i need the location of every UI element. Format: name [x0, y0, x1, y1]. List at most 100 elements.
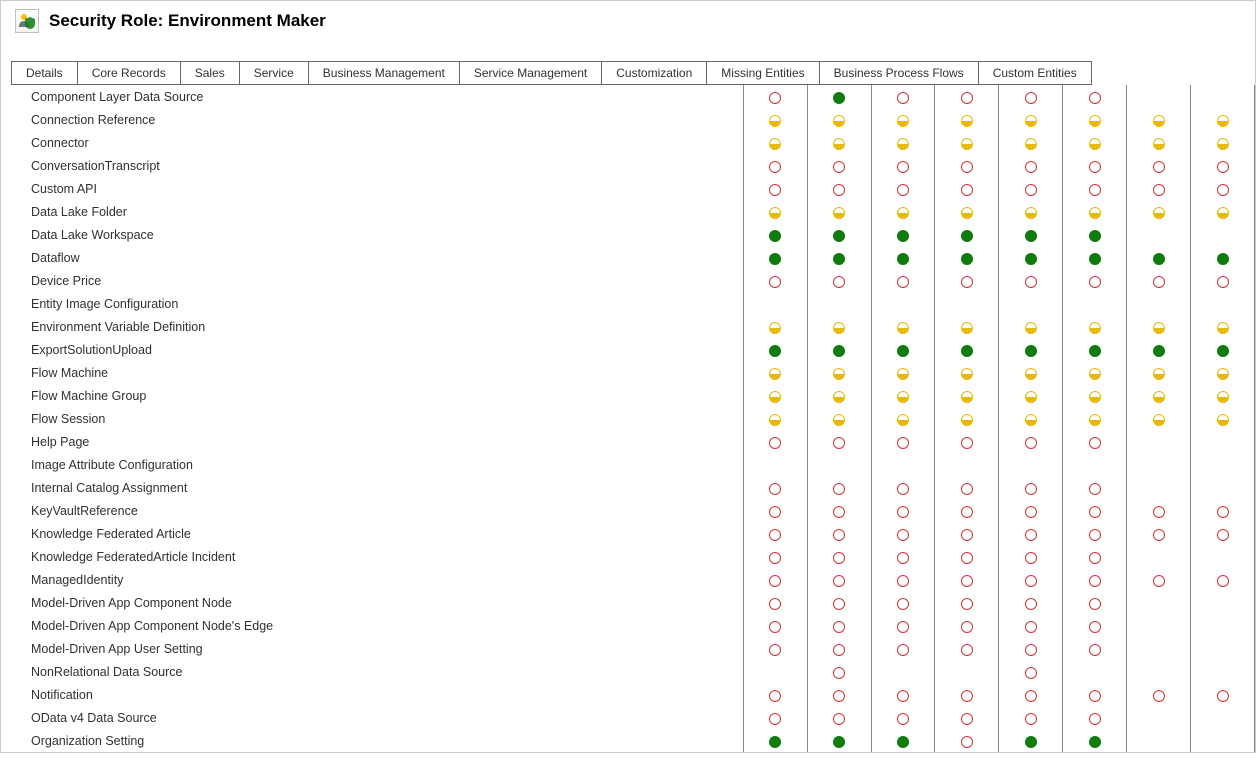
privilege-indicator-none[interactable]	[833, 552, 845, 564]
privilege-indicator-user[interactable]	[1217, 391, 1229, 403]
privilege-indicator-user[interactable]	[897, 391, 909, 403]
privilege-cell[interactable]	[1063, 614, 1127, 637]
privilege-indicator-none[interactable]	[1025, 667, 1037, 679]
privilege-indicator-none[interactable]	[769, 92, 781, 104]
privilege-indicator-none[interactable]	[833, 690, 845, 702]
entity-name[interactable]: Knowledge FederatedArticle Incident	[1, 545, 743, 568]
privilege-indicator-user[interactable]	[1025, 322, 1037, 334]
privilege-cell[interactable]	[1127, 545, 1191, 568]
privilege-cell[interactable]	[935, 177, 999, 200]
privilege-cell[interactable]	[999, 131, 1063, 154]
privilege-cell[interactable]	[743, 430, 807, 453]
privilege-cell[interactable]	[871, 361, 935, 384]
privilege-cell[interactable]	[743, 499, 807, 522]
privilege-indicator-none[interactable]	[961, 736, 973, 748]
privilege-cell[interactable]	[1063, 729, 1127, 752]
privilege-indicator-none[interactable]	[961, 506, 973, 518]
entity-name[interactable]: NonRelational Data Source	[1, 660, 743, 683]
privilege-cell[interactable]	[1063, 131, 1127, 154]
privilege-indicator-none[interactable]	[1089, 184, 1101, 196]
privilege-indicator-none[interactable]	[769, 690, 781, 702]
privilege-indicator-none[interactable]	[897, 506, 909, 518]
privilege-cell[interactable]	[871, 430, 935, 453]
privilege-indicator-org[interactable]	[1089, 253, 1101, 265]
privilege-cell[interactable]	[999, 154, 1063, 177]
privilege-cell[interactable]	[935, 292, 999, 315]
privilege-indicator-none[interactable]	[833, 529, 845, 541]
privilege-cell[interactable]	[1191, 683, 1255, 706]
privilege-cell[interactable]	[935, 154, 999, 177]
privilege-indicator-org[interactable]	[897, 736, 909, 748]
privilege-cell[interactable]	[999, 269, 1063, 292]
privilege-cell[interactable]	[807, 407, 871, 430]
privilege-cell[interactable]	[743, 177, 807, 200]
privilege-cell[interactable]	[871, 108, 935, 131]
privilege-cell[interactable]	[1127, 407, 1191, 430]
privilege-indicator-none[interactable]	[1153, 575, 1165, 587]
privilege-cell[interactable]	[743, 384, 807, 407]
privilege-indicator-user[interactable]	[833, 207, 845, 219]
privilege-cell[interactable]	[999, 453, 1063, 476]
privilege-cell[interactable]	[807, 683, 871, 706]
privilege-indicator-org[interactable]	[1089, 736, 1101, 748]
privilege-cell[interactable]	[935, 223, 999, 246]
privilege-cell[interactable]	[1063, 499, 1127, 522]
privilege-indicator-user[interactable]	[961, 322, 973, 334]
privilege-indicator-none[interactable]	[769, 506, 781, 518]
privilege-indicator-user[interactable]	[1089, 391, 1101, 403]
privilege-indicator-none[interactable]	[769, 437, 781, 449]
privilege-indicator-none[interactable]	[961, 598, 973, 610]
privilege-indicator-none[interactable]	[1089, 483, 1101, 495]
privilege-cell[interactable]	[999, 177, 1063, 200]
privilege-cell[interactable]	[935, 315, 999, 338]
privilege-cell[interactable]	[743, 683, 807, 706]
privilege-cell[interactable]	[935, 476, 999, 499]
privilege-cell[interactable]	[1191, 246, 1255, 269]
privilege-cell[interactable]	[999, 246, 1063, 269]
privilege-indicator-org[interactable]	[769, 230, 781, 242]
privilege-indicator-org[interactable]	[769, 736, 781, 748]
privilege-cell[interactable]	[871, 591, 935, 614]
tab-details[interactable]: Details	[11, 61, 78, 85]
privilege-cell[interactable]	[1063, 591, 1127, 614]
privilege-cell[interactable]	[1063, 223, 1127, 246]
privilege-indicator-none[interactable]	[833, 506, 845, 518]
privilege-cell[interactable]	[1063, 338, 1127, 361]
privilege-indicator-none[interactable]	[961, 690, 973, 702]
privilege-indicator-user[interactable]	[769, 115, 781, 127]
privilege-cell[interactable]	[807, 729, 871, 752]
privilege-indicator-none[interactable]	[1089, 506, 1101, 518]
privilege-cell[interactable]	[935, 453, 999, 476]
privilege-cell[interactable]	[807, 292, 871, 315]
privilege-cell[interactable]	[1127, 591, 1191, 614]
privilege-indicator-user[interactable]	[1153, 414, 1165, 426]
entity-name[interactable]: Component Layer Data Source	[1, 85, 743, 108]
privilege-indicator-none[interactable]	[897, 276, 909, 288]
privilege-cell[interactable]	[999, 568, 1063, 591]
privilege-indicator-none[interactable]	[1089, 92, 1101, 104]
privilege-cell[interactable]	[935, 407, 999, 430]
privilege-cell[interactable]	[871, 614, 935, 637]
privilege-indicator-user[interactable]	[1089, 138, 1101, 150]
privilege-cell[interactable]	[1191, 453, 1255, 476]
privilege-cell[interactable]	[999, 499, 1063, 522]
entity-name[interactable]: Device Price	[1, 269, 743, 292]
entity-name[interactable]: Model-Driven App Component Node's Edge	[1, 614, 743, 637]
entity-name[interactable]: Connector	[1, 131, 743, 154]
privilege-cell[interactable]	[743, 131, 807, 154]
privilege-indicator-none[interactable]	[1025, 690, 1037, 702]
privilege-indicator-org[interactable]	[1217, 345, 1229, 357]
privilege-cell[interactable]	[1191, 361, 1255, 384]
privilege-indicator-none[interactable]	[769, 276, 781, 288]
privilege-cell[interactable]	[807, 85, 871, 108]
privilege-cell[interactable]	[1127, 85, 1191, 108]
privilege-indicator-org[interactable]	[1025, 345, 1037, 357]
privilege-indicator-none[interactable]	[961, 552, 973, 564]
entity-name[interactable]: OData v4 Data Source	[1, 706, 743, 729]
privilege-cell[interactable]	[1191, 338, 1255, 361]
privilege-cell[interactable]	[999, 476, 1063, 499]
privilege-indicator-user[interactable]	[1025, 368, 1037, 380]
privilege-cell[interactable]	[807, 154, 871, 177]
privilege-cell[interactable]	[1127, 706, 1191, 729]
privilege-indicator-none[interactable]	[1025, 713, 1037, 725]
